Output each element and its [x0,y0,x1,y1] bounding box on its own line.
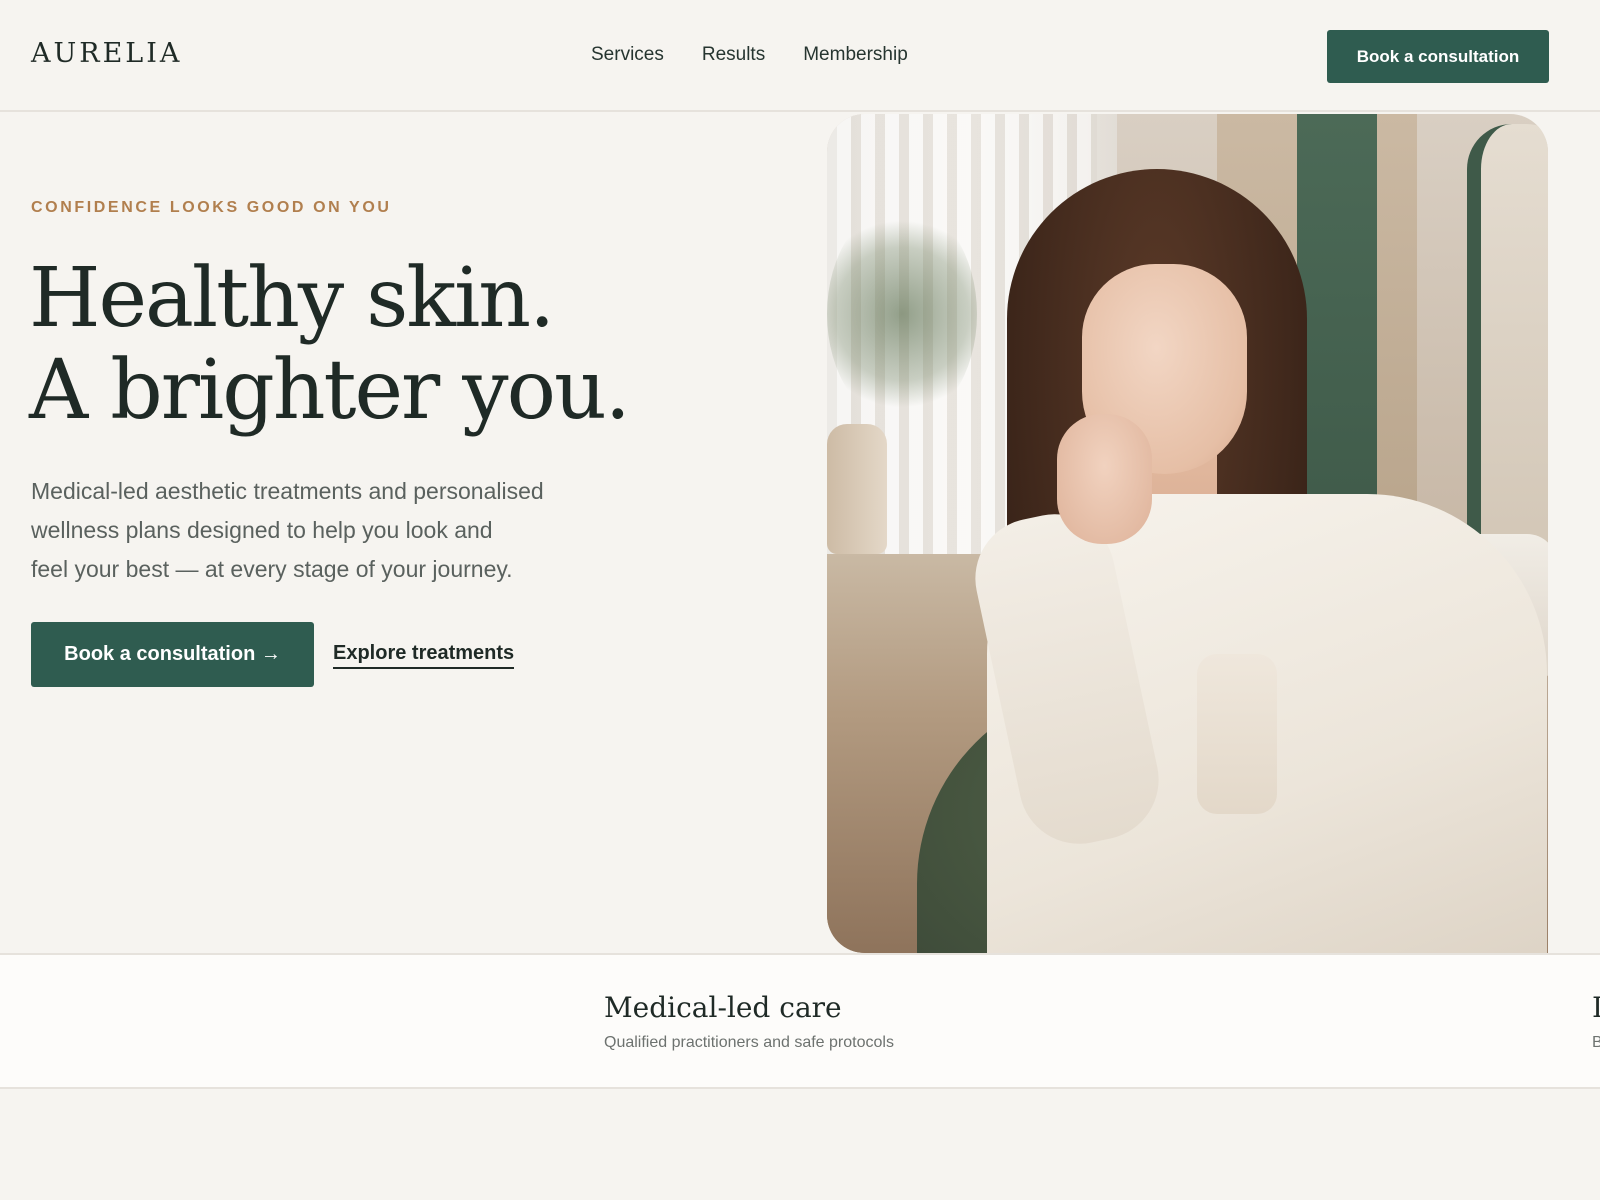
nav-link-results[interactable]: Results [702,44,765,66]
feature-title: I [1592,991,1600,1024]
feature-item: Medical-led care Qualified practitioners… [604,991,894,1052]
hero-eyebrow: CONFIDENCE LOOKS GOOD ON YOU [31,199,392,216]
image-hand [1057,414,1152,544]
hero-headline-line-1: Healthy skin. [29,251,555,346]
feature-title: Medical-led care [604,991,842,1024]
hero-description-line-2: wellness plans designed to help you look… [31,517,493,543]
hero-headline-line-2: A brighter you. [29,343,631,438]
site-header: AURELIA Services Results Membership Book… [0,0,1600,112]
hero-description: Medical-led aesthetic treatments and per… [31,472,651,589]
feature-strip: Medical-led care Qualified practitioners… [0,953,1600,1089]
header-book-consultation-button[interactable]: Book a consultation [1327,30,1549,83]
hero-headline: Healthy skin. A brighter you. [29,251,631,438]
hero-description-line-3: feel your best — at every stage of your … [31,556,513,582]
image-vase [827,424,887,554]
image-top [1197,654,1277,814]
image-plant [827,204,977,424]
hero-description-line-1: Medical-led aesthetic treatments and per… [31,478,544,504]
feature-description: Qualified practitioners and safe protoco… [604,1034,894,1051]
feature-description: B [1592,1034,1600,1052]
feature-item: I B [1592,991,1600,1052]
hero-book-consultation-button[interactable]: Book a consultation → [31,622,314,687]
image-green-panel [1297,114,1377,554]
nav-link-services[interactable]: Services [591,44,664,66]
explore-treatments-link[interactable]: Explore treatments [333,642,515,669]
brand-logo[interactable]: AURELIA [31,38,182,69]
main-nav: Services Results Membership [591,44,908,66]
hero-portrait-image [827,114,1548,953]
nav-link-membership[interactable]: Membership [803,44,908,66]
